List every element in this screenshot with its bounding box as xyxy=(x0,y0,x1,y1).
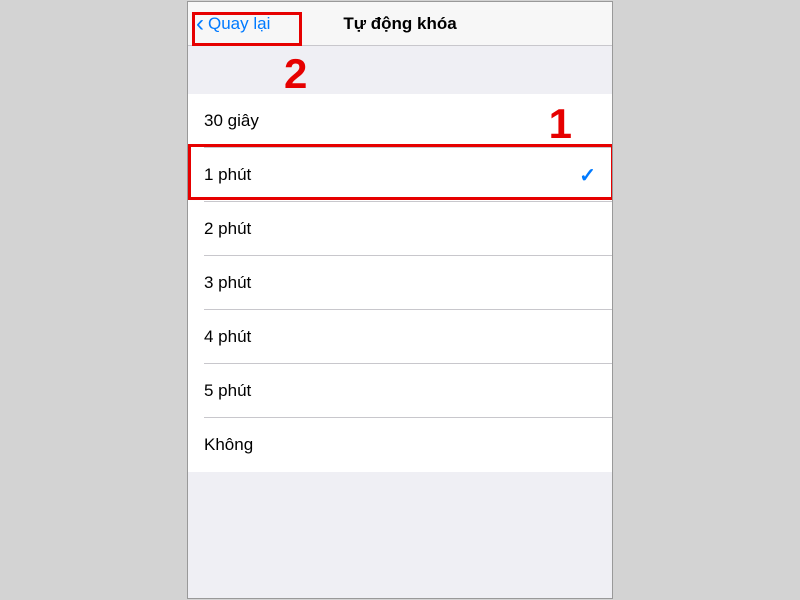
annotation-number-2: 2 xyxy=(284,50,307,98)
checkmark-icon: ✓ xyxy=(579,163,596,188)
page-title: Tự động khóa xyxy=(343,14,456,34)
option-5-minutes[interactable]: 5 phút xyxy=(188,364,612,418)
option-label: 5 phút xyxy=(204,381,251,401)
option-label: 30 giây xyxy=(204,111,259,131)
navigation-bar: ‹ Quay lại Tự động khóa xyxy=(188,2,612,46)
phone-screen: ‹ Quay lại Tự động khóa 30 giây 1 phút ✓… xyxy=(187,1,613,599)
option-2-minutes[interactable]: 2 phút xyxy=(188,202,612,256)
back-button-label: Quay lại xyxy=(208,14,270,34)
option-none[interactable]: Không xyxy=(188,418,612,472)
option-label: 4 phút xyxy=(204,327,251,347)
option-label: Không xyxy=(204,435,253,455)
option-4-minutes[interactable]: 4 phút xyxy=(188,310,612,364)
option-label: 3 phút xyxy=(204,273,251,293)
option-label: 2 phút xyxy=(204,219,251,239)
option-1-minute[interactable]: 1 phút ✓ xyxy=(188,148,612,202)
option-3-minutes[interactable]: 3 phút xyxy=(188,256,612,310)
option-30-seconds[interactable]: 30 giây xyxy=(188,94,612,148)
option-label: 1 phút xyxy=(204,165,251,185)
back-button[interactable]: ‹ Quay lại xyxy=(188,2,270,45)
options-list: 30 giây 1 phút ✓ 2 phút 3 phút 4 phút 5 … xyxy=(188,94,612,472)
chevron-left-icon: ‹ xyxy=(196,12,204,36)
